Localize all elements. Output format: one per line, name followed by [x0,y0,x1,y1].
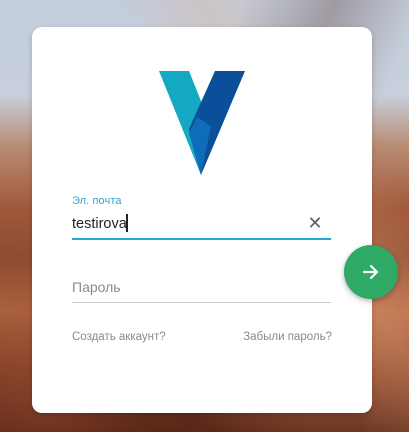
password-underline [72,302,331,303]
email-label: Эл. почта [72,195,122,207]
text-caret [126,214,128,232]
submit-button[interactable] [344,245,398,299]
forgot-password-link[interactable]: Забыли пароль? [243,331,332,343]
email-underline [72,238,331,240]
password-input[interactable] [72,275,331,299]
v-logo-icon [159,71,245,175]
login-card: Эл. почта ✕ Создать аккаунт? Забыли паро… [32,27,372,413]
close-icon[interactable]: ✕ [305,213,325,233]
email-input[interactable] [72,212,302,236]
create-account-link[interactable]: Создать аккаунт? [72,331,166,343]
arrow-right-icon [362,264,379,280]
